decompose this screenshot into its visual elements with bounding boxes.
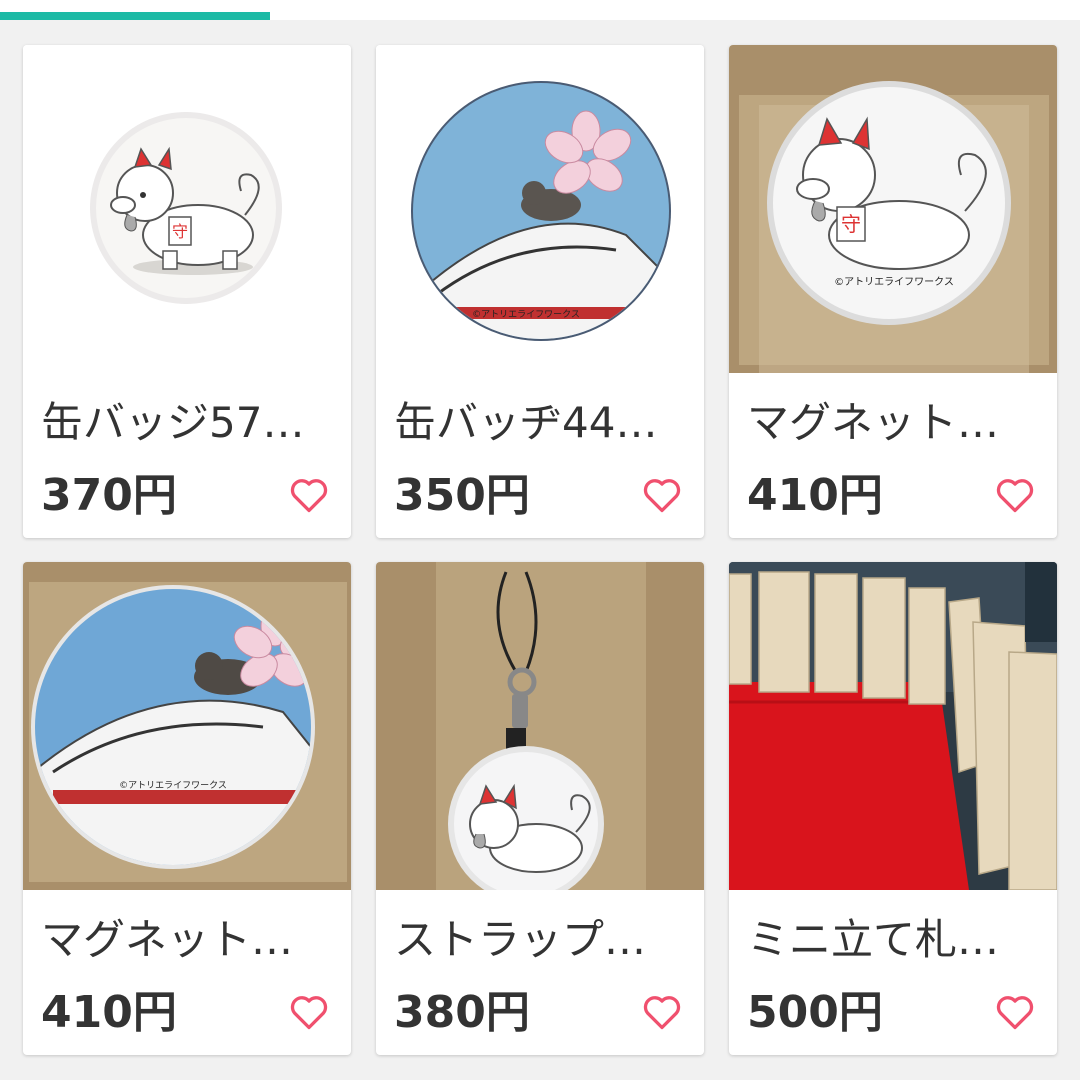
badge-credit-text: ©アトリエライフワークス xyxy=(119,780,227,791)
page-load-progress-track xyxy=(0,0,1080,20)
badge-credit-text: ©アトリエライフワークス xyxy=(472,309,580,320)
product-image-white-komainu-dog-badge[interactable]: 守 xyxy=(23,45,351,373)
product-title: 缶バッヂ44… xyxy=(394,398,658,447)
product-image-white-komainu-dog-magnet-packaged[interactable]: 守 ©アトリエライフワークス xyxy=(729,45,1057,373)
product-title: 缶バッジ57… xyxy=(41,398,305,447)
product-image-white-dog-strap-packaged[interactable] xyxy=(376,562,704,890)
product-card[interactable]: 守 ©アトリエライフワークス マグネット… 410円 xyxy=(729,45,1057,538)
product-card[interactable]: ©アトリエライフワークス 缶バッヂ44… 350円 xyxy=(376,45,704,538)
product-card[interactable]: ©アトリエライフワークス マグネット… 410円 xyxy=(23,562,351,1055)
product-title: マグネット… xyxy=(41,915,294,964)
product-grid: 守 缶バッジ57… 370円 ©アトリエライフワークス 缶バッヂ44… 350円… xyxy=(23,45,1057,1055)
heart-icon[interactable] xyxy=(287,989,331,1033)
product-price: 350円 xyxy=(394,470,530,521)
heart-icon[interactable] xyxy=(640,989,684,1033)
product-image-wooden-mini-signboards-red-cloth[interactable] xyxy=(729,562,1057,890)
product-price: 410円 xyxy=(747,470,883,521)
product-price: 380円 xyxy=(394,987,530,1038)
svg-text:守: 守 xyxy=(172,222,188,241)
product-card[interactable]: ミニ立て札… 500円 xyxy=(729,562,1057,1055)
product-card[interactable]: ストラップ… 380円 xyxy=(376,562,704,1055)
product-title: マグネット… xyxy=(747,398,1000,447)
product-image-shinkansen-cat-badge[interactable]: ©アトリエライフワークス xyxy=(376,45,704,373)
product-image-shinkansen-cat-magnet-packaged[interactable]: ©アトリエライフワークス xyxy=(23,562,351,890)
svg-text:守: 守 xyxy=(841,212,861,236)
heart-icon[interactable] xyxy=(993,472,1037,516)
product-price: 410円 xyxy=(41,987,177,1038)
heart-icon[interactable] xyxy=(640,472,684,516)
badge-credit-text: ©アトリエライフワークス xyxy=(834,276,954,288)
product-card[interactable]: 守 缶バッジ57… 370円 xyxy=(23,45,351,538)
page-load-progress-bar xyxy=(0,12,270,20)
heart-icon[interactable] xyxy=(287,472,331,516)
product-price: 500円 xyxy=(747,987,883,1038)
product-title: ストラップ… xyxy=(394,915,647,964)
product-price: 370円 xyxy=(41,470,177,521)
product-title: ミニ立て札… xyxy=(747,915,1000,964)
heart-icon[interactable] xyxy=(993,989,1037,1033)
